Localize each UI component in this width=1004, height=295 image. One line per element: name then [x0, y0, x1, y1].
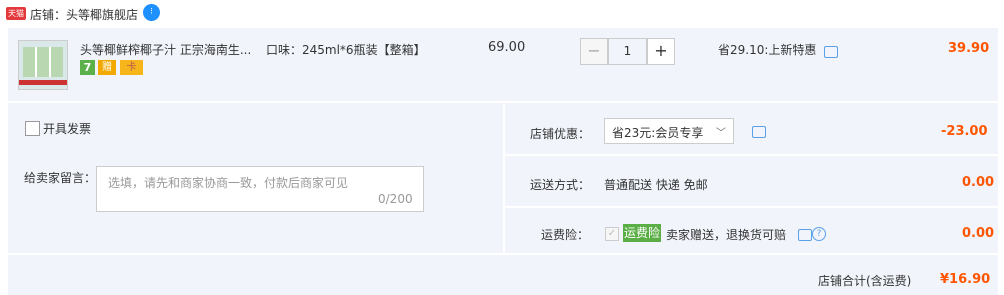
discount-comment-icon[interactable]: [752, 126, 766, 138]
remark-placeholder: 选填，请先和商家协商一致，付款后商家可见: [108, 176, 349, 190]
shipping-method: 普通配送 快递 免邮: [604, 178, 708, 192]
help-icon[interactable]: ?: [812, 227, 826, 241]
tmall-badge: 天猫: [6, 7, 26, 20]
product-title-link[interactable]: 头等椰鲜榨椰子汁 正宗海南生...: [80, 41, 255, 58]
shipping-fee: 0.00: [962, 175, 995, 190]
remark-label: 给卖家留言：: [24, 171, 97, 185]
insurance-badge: 运费险: [623, 224, 661, 242]
discount-selected-value: 省23元:会员专享: [612, 126, 704, 140]
seven-day-return-icon: 7: [80, 60, 95, 75]
insurance-fee: 0.00: [962, 226, 995, 241]
promo-comment-icon[interactable]: [824, 46, 838, 58]
gift-icon: 赠: [98, 60, 116, 75]
product-sku: 口味：245ml*6瓶装【整箱】: [266, 43, 426, 57]
decrease-quantity-button[interactable]: −: [580, 38, 608, 65]
invoice-checkbox[interactable]: [25, 121, 40, 136]
quantity-input[interactable]: 1: [608, 38, 647, 65]
item-promotion: 省29.10:上新特惠: [718, 43, 817, 57]
shop-label: 店铺：: [30, 8, 67, 22]
insurance-checkbox[interactable]: ✓: [605, 227, 619, 241]
card-icon: 卡: [120, 60, 143, 75]
insurance-comment-icon[interactable]: [798, 229, 812, 241]
item-total: 39.90: [948, 41, 990, 56]
shop-name-link[interactable]: 头等椰旗舰店: [66, 6, 138, 23]
cart-item-row: [8, 28, 998, 101]
discount-amount: -23.00: [941, 124, 988, 139]
quantity-stepper: − 1 +: [580, 38, 675, 65]
shop-total-value: ¥16.90: [940, 272, 991, 287]
invoice-label: 开具发票: [43, 122, 92, 136]
shipping-label: 运送方式：: [530, 178, 591, 192]
shop-total-label: 店铺合计(含运费): [818, 274, 912, 288]
insurance-description: 卖家赠送，退换货可赔: [666, 228, 787, 242]
discount-label: 店铺优惠：: [530, 127, 591, 141]
chevron-down-icon[interactable]: ﹀: [716, 124, 726, 139]
product-thumbnail[interactable]: [18, 40, 68, 90]
remark-char-count: 0/200: [378, 192, 413, 206]
insurance-label: 运费险：: [541, 228, 590, 242]
unit-price: 69.00: [488, 40, 526, 55]
wangwang-chat-icon[interactable]: ⁝: [143, 4, 160, 21]
increase-quantity-button[interactable]: +: [647, 38, 675, 65]
